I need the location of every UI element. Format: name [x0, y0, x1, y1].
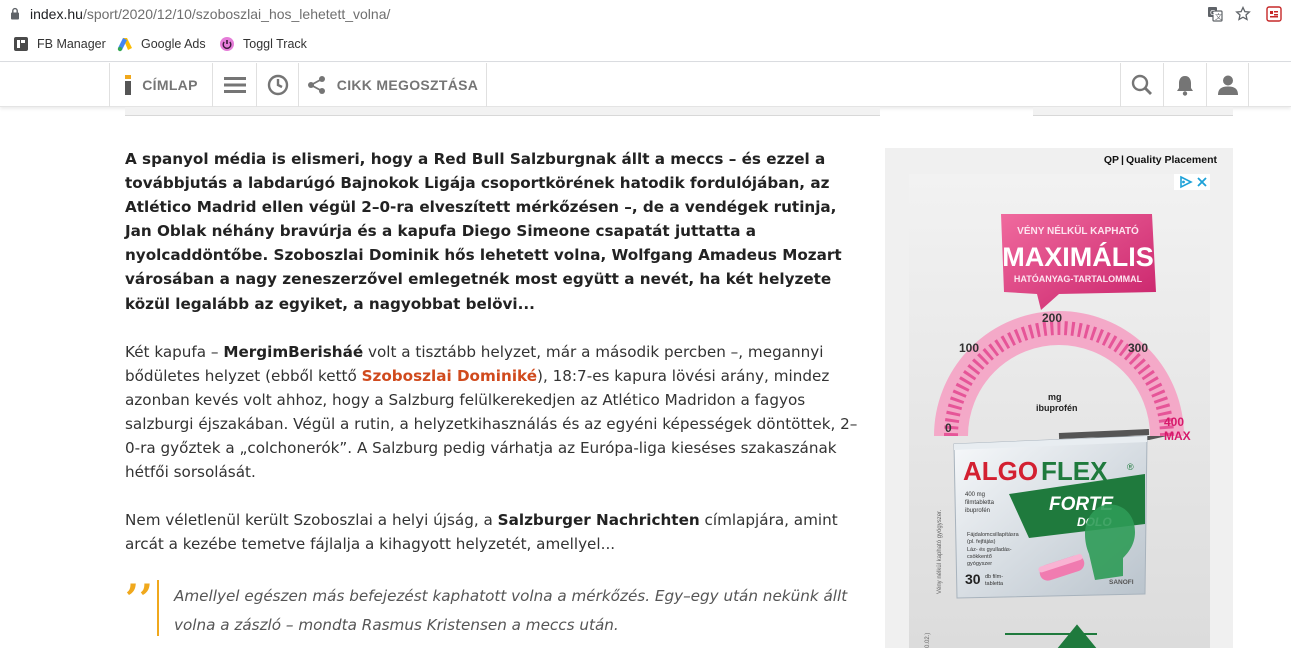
ad-banner-line1: VÉNY NÉLKÜL KAPHATÓ — [1017, 224, 1139, 237]
article-paragraph: Nem véletlenül került Szoboszlai a helyi… — [125, 508, 860, 556]
bell-icon — [1177, 76, 1193, 96]
article-lead: A spanyol média is elismeri, hogy a Red … — [125, 150, 842, 313]
bookmark-label: Google Ads — [141, 37, 206, 51]
pack-unit1: db film- — [985, 574, 1003, 580]
menu-button[interactable] — [213, 63, 257, 107]
dose-line3: ibuprofén — [965, 508, 990, 514]
google-ads-icon — [117, 38, 132, 52]
qp-text: Quality Placement — [1125, 154, 1217, 166]
dose-line1: 400 mg — [965, 492, 985, 498]
quote-mark-icon: ’’ — [125, 576, 153, 623]
gauge-label-200: 200 — [1042, 311, 1062, 325]
szoboszlai-link[interactable]: Szoboszlai Dominiké — [362, 367, 537, 385]
home-link[interactable]: CÍMLAP — [110, 63, 213, 107]
share-icon — [307, 76, 325, 94]
site-header: CÍMLAP CIKK MEGOSZTÁSA — [0, 63, 1291, 107]
bookmark-google-ads[interactable]: Google Ads — [117, 36, 206, 52]
gauge-label-100: 100 — [959, 341, 979, 355]
registered-mark: ® — [1127, 462, 1134, 472]
ad-legal-code: 0.02.) — [925, 633, 931, 648]
ad-banner-line2: MAXIMÁLIS — [1002, 241, 1154, 272]
article-body: A spanyol média is elismeri, hogy a Red … — [125, 147, 860, 556]
url-text[interactable]: index.hu/sport/2020/12/10/szoboszlai_hos… — [30, 6, 390, 22]
gauge-substance: ibuprofén — [1036, 403, 1078, 413]
text-run: Nem véletlenül került Szoboszlai a helyi… — [125, 510, 498, 529]
ad-artwork: VÉNY NÉLKÜL KAPHATÓ MAXIMÁLIS HATÓANYAG-… — [909, 174, 1210, 648]
ad-container: QP | Quality Placement VÉNY NÉLKÜL KAPHATÓ… — [885, 148, 1233, 648]
gauge-unit: mg — [1048, 392, 1062, 402]
quote-bar — [157, 580, 159, 636]
share-label: CIKK MEGOSZTÁSA — [336, 77, 479, 93]
user-icon — [1218, 75, 1238, 95]
maker-name: SANOFI — [1109, 579, 1134, 586]
use-line2: (pl. fejfájás) — [967, 539, 996, 545]
url-host: index.hu — [30, 6, 83, 22]
gauge-max-label: MAX — [1164, 429, 1191, 443]
lock-icon — [11, 7, 19, 20]
translate-icon[interactable]: G文 — [1201, 0, 1229, 28]
adchoices-icon[interactable] — [1178, 175, 1194, 189]
bookmark-fb-manager[interactable]: FB Manager — [13, 36, 106, 52]
bookmark-star-icon[interactable] — [1229, 0, 1257, 28]
toggl-icon — [220, 37, 234, 51]
use-line5: gyógyszer — [967, 561, 992, 567]
article-paragraph: Két kapufa – MergimBerisháé volt a tiszt… — [125, 340, 860, 484]
brand-name-a: ALGO — [963, 456, 1038, 486]
newspaper-name: Salzburger Nachrichten — [497, 510, 700, 529]
pack-count: 30 — [965, 571, 981, 587]
header-divider — [125, 107, 880, 116]
adchoices-button[interactable] — [1174, 174, 1210, 190]
search-icon — [1131, 74, 1152, 95]
search-button[interactable] — [1120, 63, 1163, 107]
algoflex-ad[interactable]: VÉNY NÉLKÜL KAPHATÓ MAXIMÁLIS HATÓANYAG-… — [909, 174, 1210, 648]
bookmark-toggl-track[interactable]: Toggl Track — [219, 36, 307, 52]
dose-line2: filmtabletta — [965, 500, 995, 506]
ad-banner-line3: HATÓANYAG-TARTALOMMAL — [1014, 273, 1143, 284]
qp-logo: QP — [1103, 154, 1119, 166]
recent-button[interactable] — [257, 63, 299, 107]
bold-name: MergimBerisháé — [223, 342, 364, 361]
use-line3: Láz- és gyulladás- — [967, 547, 1012, 553]
header-divider — [1033, 107, 1233, 116]
index-logo-icon — [125, 75, 132, 95]
gauge-max-value: 400 — [1164, 415, 1184, 429]
home-label: CÍMLAP — [142, 77, 198, 93]
share-article-button[interactable]: CIKK MEGOSZTÁSA — [299, 63, 487, 107]
use-line4: csökkentő — [967, 554, 992, 560]
close-icon[interactable] — [1194, 175, 1210, 189]
svg-text:文: 文 — [1215, 12, 1222, 21]
browser-address-bar[interactable]: index.hu/sport/2020/12/10/szoboszlai_hos… — [0, 0, 1291, 28]
use-line1: Fájdalomcsillapításra — [967, 532, 1020, 538]
ad-legal-text: Vény nélkül kapható gyógyszer. — [937, 509, 943, 594]
text-run: Két kapufa – — [125, 342, 224, 361]
gauge-label-0: 0 — [945, 421, 952, 435]
profile-button[interactable] — [1206, 63, 1249, 107]
gauge-label-300: 300 — [1128, 341, 1148, 355]
bookmark-label: FB Manager — [37, 37, 106, 51]
hamburger-icon — [223, 77, 246, 93]
bookmark-label: Toggl Track — [243, 37, 307, 51]
url-path: /sport/2020/12/10/szoboszlai_hos_lehetet… — [82, 6, 391, 22]
fb-manager-icon — [14, 37, 28, 51]
quote-text: Amellyel egészen más befejezést kaphatot… — [174, 587, 848, 634]
pack-unit2: tabletta — [985, 581, 1004, 587]
clock-icon — [267, 74, 288, 96]
extension-icon[interactable] — [1257, 0, 1291, 28]
quality-placement-label: QP | Quality Placement — [1103, 154, 1217, 166]
bookmarks-bar: FB Manager Google Ads Toggl Track — [0, 28, 1291, 62]
notifications-button[interactable] — [1163, 63, 1206, 107]
